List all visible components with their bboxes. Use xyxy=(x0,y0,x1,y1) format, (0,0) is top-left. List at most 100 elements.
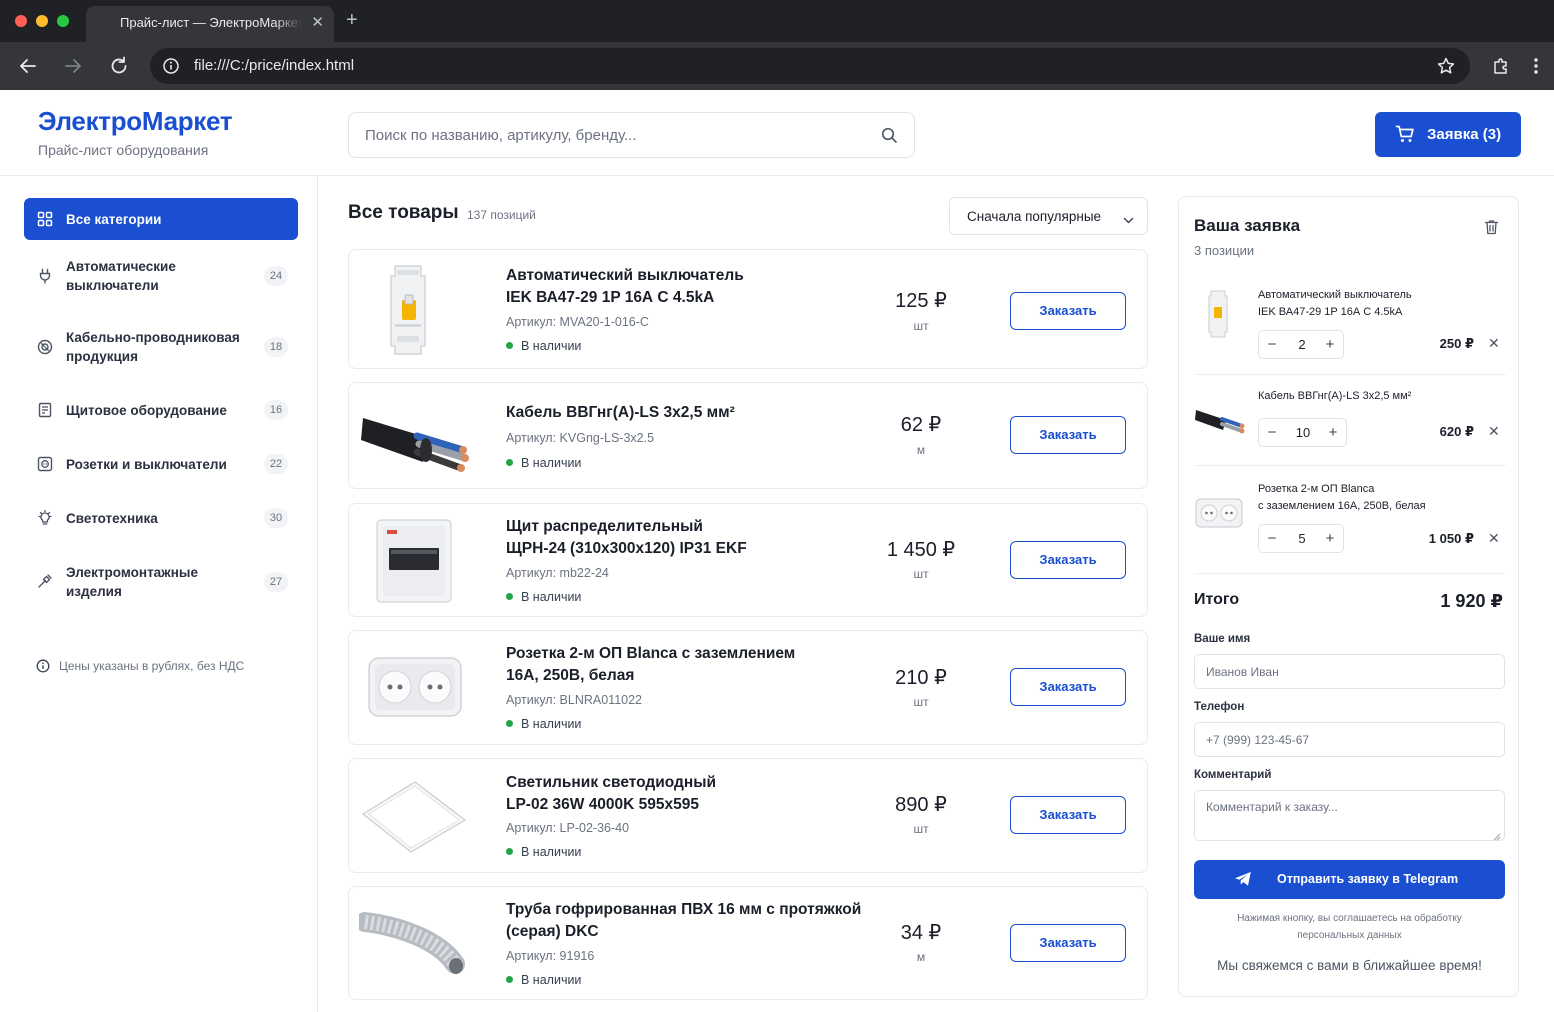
stock-label: В наличии xyxy=(521,717,582,731)
qty-value[interactable]: 5 xyxy=(1283,531,1321,546)
window-zoom-dot[interactable] xyxy=(57,15,69,27)
qty-decrement-button[interactable]: − xyxy=(1261,424,1283,441)
back-arrow-icon[interactable] xyxy=(16,54,40,78)
name-field[interactable] xyxy=(1194,654,1505,689)
order-line-item: Розетка 2-м ОП Blanca с заземлением 16А,… xyxy=(1194,481,1506,561)
send-telegram-button[interactable]: Отправить заявку в Telegram xyxy=(1194,860,1505,899)
order-button[interactable]: Заказать xyxy=(1010,416,1126,454)
product-name-line: LP-02 36W 4000K 595х595 xyxy=(506,796,700,813)
order-button[interactable]: Заказать xyxy=(1010,292,1126,330)
reload-icon[interactable] xyxy=(107,54,131,78)
phone-field[interactable] xyxy=(1194,722,1505,757)
product-name-line: IEK ВА47-29 1P 16А С 4.5kA xyxy=(506,289,715,306)
sidebar-item-installation-products[interactable]: Электромонтажные изделия 27 xyxy=(24,554,298,610)
order-item-name-line: Автоматический выключатель xyxy=(1258,289,1412,301)
bookmark-star-icon[interactable] xyxy=(1436,56,1456,81)
tab-close-icon[interactable]: ✕ xyxy=(311,13,324,31)
socket-thumbnail xyxy=(1194,489,1246,533)
sidebar-item-cables[interactable]: Кабельно-проводниковая продукция 18 xyxy=(24,319,298,375)
site-info-icon[interactable] xyxy=(162,57,180,80)
stock-status: В наличии xyxy=(506,973,581,987)
product-name: Светильник светодиодный LP-02 36W 4000K … xyxy=(506,772,876,816)
product-card: Светильник светодиодный LP-02 36W 4000K … xyxy=(348,758,1148,873)
extensions-icon[interactable] xyxy=(1492,57,1510,80)
address-bar[interactable]: file:///C:/price/index.html xyxy=(150,48,1470,84)
product-name-line: Кабель ВВГнг(А)-LS 3х2,5 мм² xyxy=(506,404,735,421)
category-count-badge: 30 xyxy=(264,508,288,528)
search-icon[interactable] xyxy=(881,127,898,149)
product-unit: м xyxy=(916,443,926,457)
stock-status: В наличии xyxy=(506,339,581,353)
remove-item-icon[interactable]: ✕ xyxy=(1488,423,1500,440)
order-item-name-line: с заземлением 16А, 250В, белая xyxy=(1258,500,1426,512)
consent-note: Нажимая кнопку, вы соглашаетесь на обраб… xyxy=(1194,910,1505,944)
order-button[interactable]: Заказать xyxy=(1010,796,1126,834)
order-panel: Ваша заявка 3 позиции Автоматический вык… xyxy=(1178,196,1519,997)
order-line-item: Кабель ВВГнг(А)-LS 3х2,5 мм² − 10 + 620 … xyxy=(1194,388,1506,458)
browser-tab[interactable]: Прайс-лист — ЭлектроМаркет ✕ xyxy=(86,6,334,42)
cable-thumbnail xyxy=(1194,396,1246,440)
stock-label: В наличии xyxy=(521,973,582,987)
product-unit: шт xyxy=(913,822,929,836)
product-name-line: (серая) DKC xyxy=(506,923,599,940)
corrugated-pipe-image xyxy=(355,896,469,992)
qty-value[interactable]: 10 xyxy=(1283,425,1323,440)
contact-note: Мы свяжемся с вами в ближайшее время! xyxy=(1217,958,1482,973)
product-card: Труба гофрированная ПВХ 16 мм с протяжко… xyxy=(348,886,1148,1000)
product-name-line: ЩРН-24 (310х300х120) IP31 EKF xyxy=(506,540,747,557)
total-value: 1 920 ₽ xyxy=(1440,591,1503,611)
order-item-price: 1 050 ₽ xyxy=(1428,531,1474,546)
order-item-name-line: Розетка 2-м ОП Blanca xyxy=(1258,483,1375,495)
remove-item-icon[interactable]: ✕ xyxy=(1488,335,1500,352)
qty-increment-button[interactable]: + xyxy=(1319,530,1341,547)
product-unit: м xyxy=(916,950,926,964)
sidebar-item-panel-equipment[interactable]: Щитовое оборудование 16 xyxy=(24,392,298,428)
sidebar-item-all-categories[interactable]: Все категории xyxy=(24,198,298,240)
qty-decrement-button[interactable]: − xyxy=(1261,530,1283,547)
category-count-badge: 22 xyxy=(264,454,288,474)
url-text: file:///C:/price/index.html xyxy=(194,57,355,74)
qty-increment-button[interactable]: + xyxy=(1319,336,1341,353)
qty-increment-button[interactable]: + xyxy=(1322,424,1344,441)
order-title: Ваша заявка xyxy=(1194,216,1301,235)
category-count-badge: 24 xyxy=(264,266,288,286)
telegram-send-icon xyxy=(1234,871,1252,892)
forward-arrow-icon[interactable] xyxy=(61,54,85,78)
resize-handle-icon[interactable] xyxy=(1492,828,1501,846)
product-sku: Артикул: mb22-24 xyxy=(506,566,609,580)
kebab-menu-icon[interactable] xyxy=(1533,56,1539,81)
cart-button[interactable]: Заявка (3) xyxy=(1375,112,1521,157)
search-box xyxy=(348,112,915,158)
order-button[interactable]: Заказать xyxy=(1010,668,1126,706)
product-sku: Артикул: LP-02-36-40 xyxy=(506,821,630,835)
search-input[interactable] xyxy=(365,113,865,157)
sort-label: Сначала популярные xyxy=(967,209,1102,224)
product-name-line: Светильник светодиодный xyxy=(506,774,716,791)
product-card: Щит распределительный ЩРН-24 (310х300х12… xyxy=(348,503,1148,617)
qty-value[interactable]: 2 xyxy=(1283,337,1321,352)
qty-decrement-button[interactable]: − xyxy=(1261,336,1283,353)
sidebar-item-label: Кабельно-проводниковая продукция xyxy=(66,330,240,364)
order-button[interactable]: Заказать xyxy=(1010,541,1126,579)
stock-label: В наличии xyxy=(521,456,582,470)
new-tab-icon[interactable]: + xyxy=(346,9,358,32)
stock-status: В наличии xyxy=(506,717,581,731)
order-button[interactable]: Заказать xyxy=(1010,924,1126,962)
order-item-name-line: Кабель ВВГнг(А)-LS 3х2,5 мм² xyxy=(1258,390,1412,402)
sort-select[interactable]: Сначала популярные xyxy=(949,197,1148,235)
phone-field-label: Телефон xyxy=(1194,701,1245,713)
brand-logo[interactable]: ЭлектроМаркет xyxy=(38,106,233,137)
sidebar-item-lighting[interactable]: Светотехника 30 xyxy=(24,500,298,536)
in-stock-dot xyxy=(506,720,513,727)
sidebar-item-circuit-breakers[interactable]: Автоматические выключатели 24 xyxy=(24,248,298,304)
cable-icon xyxy=(37,339,53,360)
product-name: Розетка 2-м ОП Blanca с заземлением 16А,… xyxy=(506,643,906,687)
comment-field[interactable] xyxy=(1194,790,1505,841)
remove-item-icon[interactable]: ✕ xyxy=(1488,530,1500,547)
trash-icon[interactable] xyxy=(1484,219,1499,240)
window-close-dot[interactable] xyxy=(15,15,27,27)
sidebar-item-sockets-switches[interactable]: Розетки и выключатели 22 xyxy=(24,446,298,482)
product-price: 34 ₽ xyxy=(900,922,942,944)
product-sku: Артикул: KVGng-LS-3x2.5 xyxy=(506,431,655,445)
window-minimize-dot[interactable] xyxy=(36,15,48,27)
